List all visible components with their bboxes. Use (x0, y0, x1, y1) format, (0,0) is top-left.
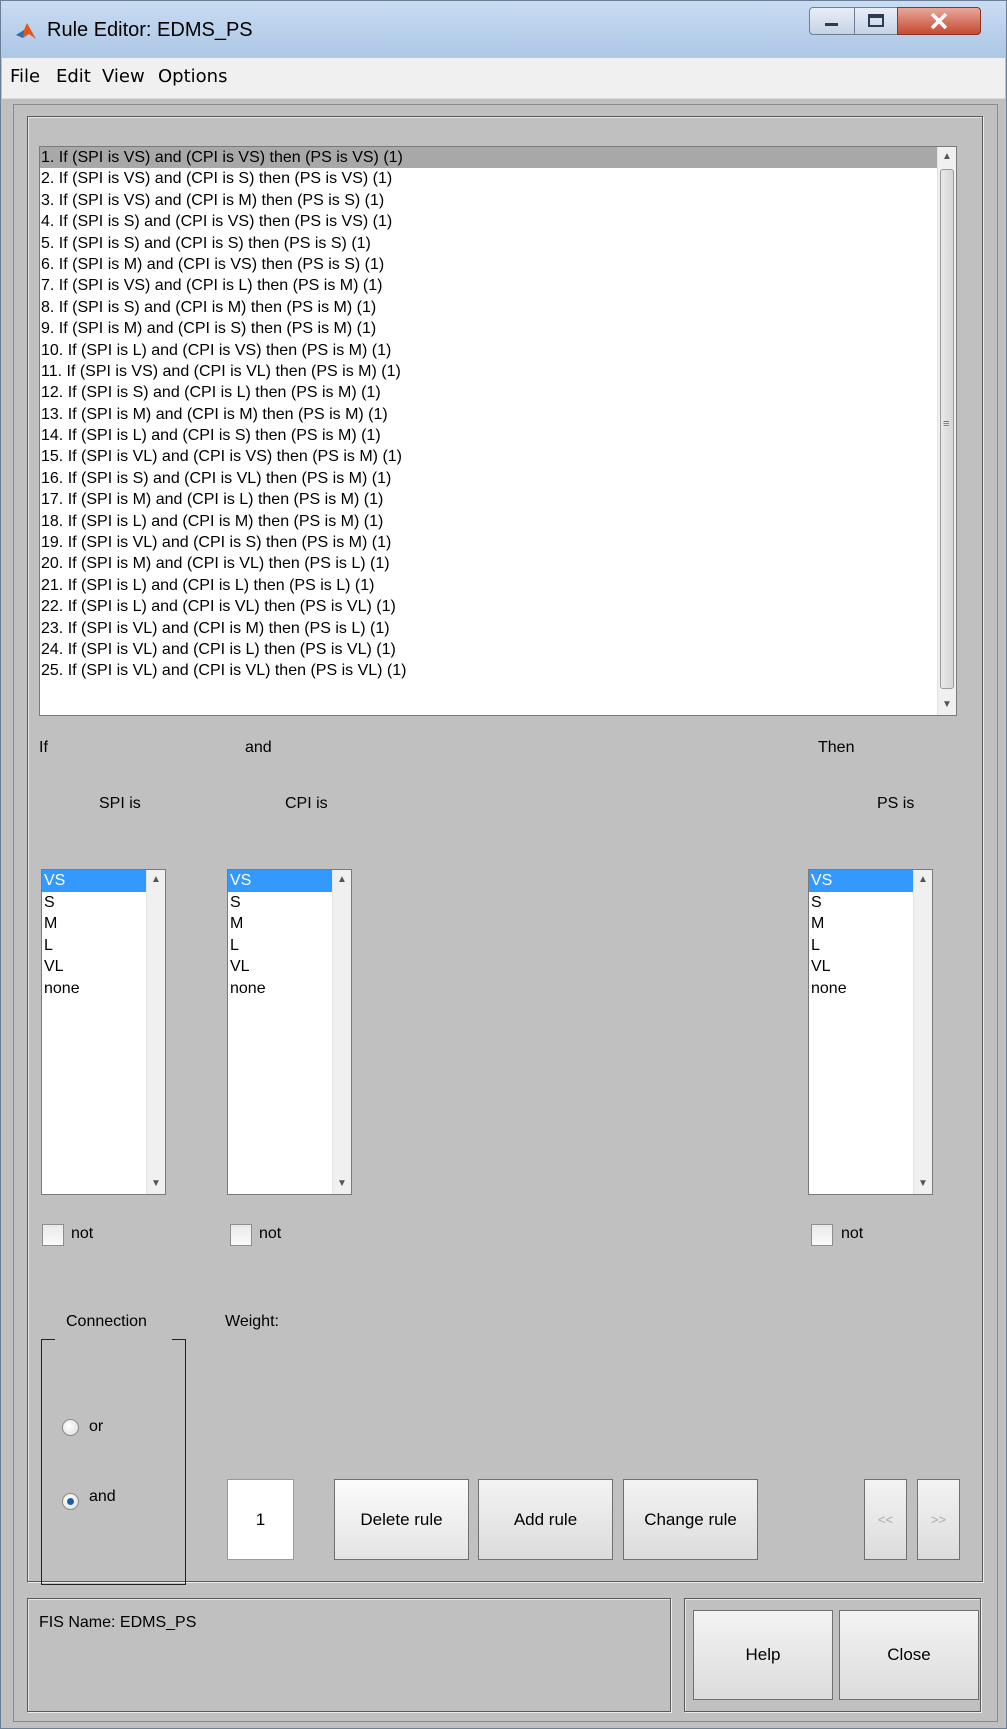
rule-item[interactable]: 23. If (SPI is VL) and (CPI is M) then (… (40, 618, 956, 639)
rule-item[interactable]: 15. If (SPI is VL) and (CPI is VS) then … (40, 446, 956, 467)
matlab-icon (16, 23, 36, 39)
spi-not-checkbox[interactable] (42, 1224, 64, 1246)
rule-list-scrollbar[interactable]: ▲ ≡ ▼ (937, 147, 956, 715)
rule-item[interactable]: 7. If (SPI is VS) and (CPI is L) then (P… (40, 275, 956, 296)
rule-item[interactable]: 18. If (SPI is L) and (CPI is M) then (P… (40, 511, 956, 532)
weight-label: Weight: (225, 1313, 279, 1330)
scroll-up-arrow-icon[interactable]: ▲ (914, 870, 932, 890)
scroll-down-arrow-icon[interactable]: ▼ (147, 1174, 165, 1194)
rule-item[interactable]: 9. If (SPI is M) and (CPI is S) then (PS… (40, 318, 956, 339)
rule-item[interactable]: 11. If (SPI is VS) and (CPI is VL) then … (40, 361, 956, 382)
scroll-up-arrow-icon[interactable]: ▲ (147, 870, 165, 890)
window-title: Rule Editor: EDMS_PS (47, 19, 253, 41)
cpi-title: CPI is (285, 795, 328, 812)
next-button[interactable]: >> (917, 1479, 960, 1560)
rule-item[interactable]: 6. If (SPI is M) and (CPI is VS) then (P… (40, 254, 956, 275)
maximize-icon (868, 14, 884, 27)
menu-edit[interactable]: Edit (56, 66, 91, 87)
menu-file[interactable]: File (10, 66, 40, 87)
ps-list-scrollbar[interactable]: ▲ ▼ (913, 870, 932, 1194)
connection-group (41, 1339, 186, 1585)
rule-item[interactable]: 25. If (SPI is VL) and (CPI is VL) then … (40, 660, 956, 681)
or-label: or (89, 1418, 104, 1435)
spi-not-label: not (71, 1225, 94, 1242)
rule-item[interactable]: 3. If (SPI is VS) and (CPI is M) then (P… (40, 190, 956, 211)
cpi-not-checkbox[interactable] (230, 1224, 252, 1246)
spi-title: SPI is (99, 795, 141, 812)
rule-item[interactable]: 22. If (SPI is L) and (CPI is VL) then (… (40, 596, 956, 617)
and-label: and (245, 739, 272, 756)
grip-icon: ≡ (943, 418, 950, 430)
connection-title: Connection (66, 1313, 147, 1330)
or-radio[interactable] (62, 1419, 79, 1436)
close-button[interactable]: Close (839, 1610, 979, 1700)
prev-button[interactable]: << (864, 1479, 907, 1560)
close-icon (930, 12, 948, 30)
menu-bar: File Edit View Options (2, 58, 1005, 99)
rule-item[interactable]: 13. If (SPI is M) and (CPI is M) then (P… (40, 404, 956, 425)
menu-view[interactable]: View (102, 66, 145, 87)
and-radio[interactable] (62, 1493, 79, 1510)
close-window-button[interactable] (897, 7, 981, 35)
ps-membership-list[interactable]: VS S M L VL none ▲ ▼ (808, 869, 933, 1195)
group-top-left-edge (41, 1339, 55, 1340)
rule-item[interactable]: 8. If (SPI is S) and (CPI is M) then (PS… (40, 297, 956, 318)
cpi-not-label: not (259, 1225, 282, 1242)
scroll-down-arrow-icon[interactable]: ▼ (333, 1174, 351, 1194)
menu-options[interactable]: Options (158, 66, 227, 87)
if-label: If (39, 739, 48, 756)
spi-membership-list[interactable]: VS S M L VL none ▲ ▼ (41, 869, 166, 1195)
rule-item[interactable]: 1. If (SPI is VS) and (CPI is VS) then (… (40, 147, 956, 169)
rule-item[interactable]: 10. If (SPI is L) and (CPI is VS) then (… (40, 340, 956, 361)
weight-input[interactable]: 1 (227, 1479, 294, 1560)
rule-item[interactable]: 20. If (SPI is M) and (CPI is VL) then (… (40, 553, 956, 574)
scroll-down-arrow-icon[interactable]: ▼ (938, 695, 956, 715)
rule-item[interactable]: 12. If (SPI is S) and (CPI is L) then (P… (40, 382, 956, 403)
rule-item[interactable]: 17. If (SPI is M) and (CPI is L) then (P… (40, 489, 956, 510)
radio-selected-dot (67, 1498, 74, 1505)
ps-title: PS is (877, 795, 915, 812)
rule-item[interactable]: 21. If (SPI is L) and (CPI is L) then (P… (40, 575, 956, 596)
ps-not-label: not (841, 1225, 864, 1242)
and-label-radio: and (89, 1488, 116, 1505)
add-rule-button[interactable]: Add rule (478, 1479, 613, 1560)
fis-name-status: FIS Name: EDMS_PS (39, 1614, 197, 1631)
scroll-thumb[interactable]: ≡ (940, 169, 954, 689)
rule-rows: 1. If (SPI is VS) and (CPI is VS) then (… (40, 147, 956, 682)
rule-item[interactable]: 4. If (SPI is S) and (CPI is VS) then (P… (40, 211, 956, 232)
minimize-button[interactable] (809, 7, 855, 35)
rule-item[interactable]: 24. If (SPI is VL) and (CPI is L) then (… (40, 639, 956, 660)
spi-list-scrollbar[interactable]: ▲ ▼ (146, 870, 165, 1194)
scroll-down-arrow-icon[interactable]: ▼ (914, 1174, 932, 1194)
rule-item[interactable]: 19. If (SPI is VL) and (CPI is S) then (… (40, 532, 956, 553)
group-top-right-edge (172, 1339, 186, 1340)
help-button[interactable]: Help (693, 1610, 833, 1700)
rule-editor-window: Rule Editor: EDMS_PS File Edit View Opti… (0, 0, 1007, 1729)
rule-item[interactable]: 14. If (SPI is L) and (CPI is S) then (P… (40, 425, 956, 446)
then-label: Then (818, 739, 855, 756)
rule-item[interactable]: 16. If (SPI is S) and (CPI is VL) then (… (40, 468, 956, 489)
rule-item[interactable]: 2. If (SPI is VS) and (CPI is S) then (P… (40, 168, 956, 189)
delete-rule-button[interactable]: Delete rule (334, 1479, 469, 1560)
scroll-up-arrow-icon[interactable]: ▲ (333, 870, 351, 890)
scroll-up-arrow-icon[interactable]: ▲ (938, 147, 956, 167)
rule-item[interactable]: 5. If (SPI is S) and (CPI is S) then (PS… (40, 233, 956, 254)
minimize-icon (825, 23, 838, 26)
change-rule-button[interactable]: Change rule (623, 1479, 758, 1560)
cpi-membership-list[interactable]: VS S M L VL none ▲ ▼ (227, 869, 352, 1195)
rule-list[interactable]: 1. If (SPI is VS) and (CPI is VS) then (… (39, 146, 957, 716)
maximize-button[interactable] (854, 7, 898, 35)
ps-not-checkbox[interactable] (811, 1224, 833, 1246)
cpi-list-scrollbar[interactable]: ▲ ▼ (332, 870, 351, 1194)
